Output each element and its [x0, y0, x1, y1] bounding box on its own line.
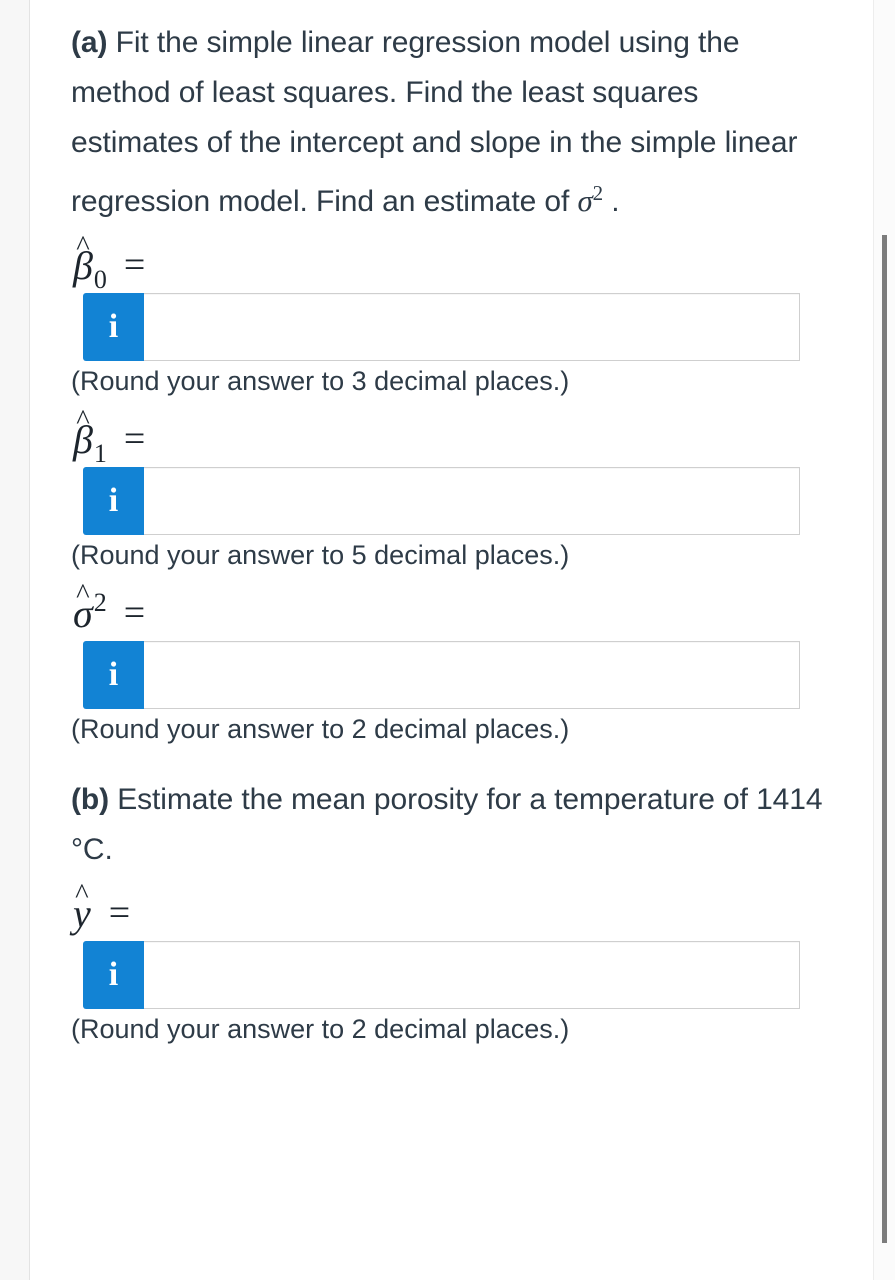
info-icon-glyph: i [108, 308, 119, 345]
yhat-rounding-note: (Round your answer to 2 decimal places.) [71, 1014, 570, 1044]
beta0-input[interactable] [143, 293, 800, 361]
beta0-symbol: ^ β [73, 231, 93, 286]
sigma2-superscript: 2 [93, 588, 107, 617]
beta1-input[interactable] [143, 467, 800, 535]
beta1-symbol-group: ^ β 1 = [73, 405, 146, 468]
yhat-math-label: ^ y = [71, 875, 833, 937]
part-a-statement: (a) Fit the simple linear regression mod… [71, 0, 833, 227]
sigma2-equals-sign: = [123, 592, 146, 634]
beta0-rounding-note: (Round your answer to 3 decimal places.) [71, 366, 570, 396]
beta1-math-label: ^ β 1 = [71, 401, 833, 468]
beta1-subscript: 1 [93, 439, 107, 468]
hat-accent-icon: ^ [76, 403, 90, 436]
part-a-text-end: . [603, 185, 620, 218]
info-icon-glyph: i [108, 482, 119, 519]
part-b-label: (b) [71, 783, 110, 816]
sigma2-symbol: ^ σ [73, 579, 93, 634]
yhat-input[interactable] [143, 941, 800, 1009]
beta1-symbol: ^ β [73, 405, 93, 460]
yhat-answer-row: i [83, 941, 800, 1009]
part-b-text: Estimate the mean porosity for a tempera… [71, 783, 823, 866]
info-icon-glyph: i [108, 956, 119, 993]
left-page-gutter [0, 0, 30, 1280]
part-b-statement: (b) Estimate the mean porosity for a tem… [71, 775, 833, 875]
hat-accent-icon: ^ [76, 229, 90, 262]
part-a-text: Fit the simple linear regression model u… [71, 26, 798, 218]
sigma2-symbol-group: ^ σ 2 = [73, 579, 146, 637]
sigma-exponent-inline: 2 [592, 181, 604, 205]
question-content-area: (a) Fit the simple linear regression mod… [31, 0, 873, 1280]
beta1-answer-row: i [83, 467, 800, 535]
yhat-symbol-group: ^ y = [73, 879, 131, 937]
beta1-rounding-note: (Round your answer to 5 decimal places.) [71, 540, 570, 570]
beta1-equals-sign: = [123, 418, 146, 460]
sigma2-rounding-note: (Round your answer to 2 decimal places.) [71, 714, 570, 744]
sigma2-answer-row: i [83, 641, 800, 709]
info-icon[interactable]: i [83, 467, 144, 535]
beta0-math-label: ^ β 0 = [71, 227, 833, 294]
info-icon[interactable]: i [83, 293, 144, 361]
beta0-answer-row: i [83, 293, 800, 361]
info-icon-glyph: i [108, 656, 119, 693]
yhat-symbol: ^ y [73, 879, 91, 934]
beta0-symbol-group: ^ β 0 = [73, 231, 146, 294]
hat-accent-icon: ^ [76, 577, 90, 610]
part-a-label: (a) [71, 26, 108, 59]
sigma-symbol-inline: σ [577, 183, 593, 218]
sigma2-math-label: ^ σ 2 = [71, 575, 833, 637]
beta0-subscript: 0 [93, 265, 107, 294]
beta0-equals-sign: = [123, 244, 146, 286]
vertical-scrollbar-thumb[interactable] [882, 235, 887, 1243]
info-icon[interactable]: i [83, 941, 144, 1009]
yhat-equals-sign: = [108, 892, 131, 934]
info-icon[interactable]: i [83, 641, 144, 709]
sigma2-input[interactable] [143, 641, 800, 709]
hat-accent-icon: ^ [75, 877, 89, 910]
